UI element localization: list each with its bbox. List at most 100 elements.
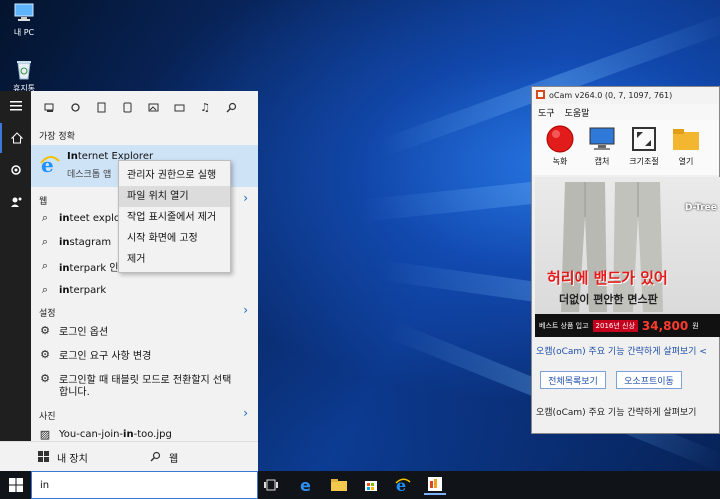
context-unpin-taskbar[interactable]: 작업 표시줄에서 제거	[119, 207, 230, 228]
store-icon[interactable]	[360, 475, 382, 495]
best-match-title-bold: In	[67, 151, 78, 162]
ad-currency: 원	[692, 321, 699, 330]
ad-badge: 2016년 신상	[592, 319, 638, 332]
file-explorer-icon[interactable]	[328, 475, 350, 495]
ad-price: 34,800	[641, 318, 689, 333]
ocam-taskbar-icon[interactable]	[424, 475, 446, 495]
ocam-feature-link-suffix: <	[699, 347, 707, 357]
user-icon[interactable]	[0, 187, 31, 217]
tab-web[interactable]: 웹	[150, 450, 178, 465]
settings-result-item[interactable]: ⚙ 로그인 요구 사항 변경	[39, 343, 151, 365]
search-icon: ⌕	[41, 211, 49, 224]
menu-help[interactable]: 도움말	[565, 106, 590, 119]
tab-my-device[interactable]: 내 장치	[38, 450, 88, 465]
desktop-icon-this-pc[interactable]: 내 PC	[2, 2, 46, 38]
computer-icon	[12, 2, 36, 24]
folder-icon[interactable]	[173, 101, 185, 113]
gear-icon[interactable]	[0, 155, 31, 185]
ocam-app-icon	[536, 90, 545, 101]
context-uninstall[interactable]: 제거	[119, 249, 230, 270]
ad-subline: 더없이 편안한 면스판	[559, 293, 658, 306]
menu-tools[interactable]: 도구	[538, 106, 555, 119]
resize-button[interactable]: 크기조절	[626, 124, 662, 167]
search-icon: ⌕	[41, 259, 49, 272]
photos-icon[interactable]	[95, 101, 107, 113]
capture-label: 캡처	[594, 157, 610, 166]
gear-icon: ⚙	[40, 347, 50, 361]
home-icon[interactable]	[0, 123, 31, 153]
context-pin-start[interactable]: 시작 화면에 고정	[119, 228, 230, 249]
web-result-item[interactable]: ⌕ instagram	[39, 231, 111, 253]
photo-result-before: You-can-join-	[59, 428, 124, 440]
web-result-item[interactable]: ⌕ inteet explore	[39, 207, 130, 229]
hamburger-icon[interactable]	[0, 91, 31, 121]
start-button[interactable]	[5, 475, 27, 495]
folder-icon	[671, 124, 701, 154]
context-run-as-admin[interactable]: 관리자 권한으로 실행	[119, 165, 230, 186]
ocam-title: oCam v264.0 (0, 7, 1097, 761)	[549, 91, 673, 100]
video-icon[interactable]	[147, 101, 159, 113]
web-result-rest: stagram	[69, 236, 112, 248]
chevron-right-icon[interactable]: ›	[243, 303, 248, 317]
edge-icon[interactable]: e	[296, 475, 318, 495]
web-result-bold: in	[59, 262, 70, 274]
ocam-toolbar: 녹화 캡처 크기조절 열기	[532, 120, 719, 175]
docs-icon[interactable]	[121, 101, 133, 113]
ad-price-strip: 베스트 상품 입고 2016년 신상 34,800 원	[535, 314, 720, 337]
music-icon[interactable]: ♫	[199, 101, 211, 114]
open-button[interactable]: 열기	[668, 124, 704, 167]
resize-icon	[629, 124, 659, 154]
chevron-right-icon[interactable]: ›	[243, 406, 248, 420]
gear-icon: ⚙	[40, 323, 50, 337]
search-icon: ⌕	[41, 283, 49, 296]
settings-result-continuation: 합니다.	[59, 386, 90, 398]
ocam-window: oCam v264.0 (0, 7, 1097, 761) 도구 도움말 녹화 …	[531, 86, 720, 434]
resize-label: 크기조절	[629, 157, 659, 166]
monitor-icon	[587, 124, 617, 154]
apps-icon[interactable]	[43, 101, 55, 113]
search-filter-bar: ♫	[31, 91, 258, 123]
gear-icon: ⚙	[40, 371, 50, 385]
tab-web-label: 웹	[169, 454, 179, 465]
ad-brand: D-Tree	[685, 203, 717, 213]
web-result-label: interpark	[59, 285, 106, 296]
search-scope-tabs: 내 장치 웹	[0, 441, 258, 471]
context-open-file-location[interactable]: 파일 위치 열기	[119, 186, 230, 207]
ocam-menubar: 도구 도움말	[532, 104, 719, 120]
record-button[interactable]: 녹화	[542, 124, 578, 167]
start-search-input[interactable]: in	[31, 471, 258, 499]
settings-result-label: 로그인 옵션	[59, 326, 109, 338]
best-match-header: 가장 정확	[39, 132, 75, 142]
ad-strip-text: 베스트 상품 입고	[539, 321, 589, 330]
task-view-icon[interactable]	[260, 475, 282, 495]
web-result-rest: terpark	[69, 284, 107, 296]
chevron-right-icon[interactable]: ›	[243, 191, 248, 205]
web-result-item[interactable]: ⌕ interpark	[39, 279, 106, 301]
settings-result-label: 로그인 요구 사항 변경	[59, 350, 152, 362]
capture-button[interactable]: 캡처	[584, 124, 620, 167]
internet-explorer-icon[interactable]: e	[392, 475, 414, 495]
windows-icon	[38, 450, 49, 465]
desktop-icon-recycle-bin[interactable]: 휴지통	[2, 58, 46, 94]
ocam-feature-link[interactable]: 오캠(oCam) 주요 기능 간략하게 살펴보기 <	[536, 344, 707, 357]
web-result-item[interactable]: ⌕ interpark 인터	[39, 255, 128, 277]
record-icon	[545, 124, 575, 154]
recycle-bin-icon	[12, 58, 36, 80]
photo-result-bold: in	[123, 428, 134, 440]
settings-header: 설정	[39, 309, 56, 319]
ocam-titlebar[interactable]: oCam v264.0 (0, 7, 1097, 761)	[532, 87, 719, 104]
search-icon: ⌕	[41, 235, 49, 248]
internet-explorer-icon: e	[39, 153, 61, 177]
settings-icon[interactable]	[69, 101, 81, 113]
ocam-advertisement[interactable]: D-Tree 허리에 밴드가 있어 더없이 편안한 면스판 베스트 상품 입고 …	[535, 177, 720, 337]
settings-result-item[interactable]: ⚙ 로그인 옵션	[39, 319, 108, 341]
web-header: 웹	[39, 197, 48, 207]
ohsoft-go-button[interactable]: 오소프트이동	[616, 371, 682, 389]
search-icon[interactable]	[225, 101, 237, 113]
context-menu: 관리자 권한으로 실행 파일 위치 열기 작업 표시줄에서 제거 시작 화면에 …	[118, 160, 231, 273]
view-all-button[interactable]: 전체목록보기	[540, 371, 606, 389]
ad-headline: 허리에 밴드가 있어	[547, 269, 668, 287]
best-match-subtitle: 데스크톱 앱	[67, 170, 112, 180]
web-result-bold: in	[59, 284, 70, 296]
web-result-label: instagram	[59, 237, 111, 248]
